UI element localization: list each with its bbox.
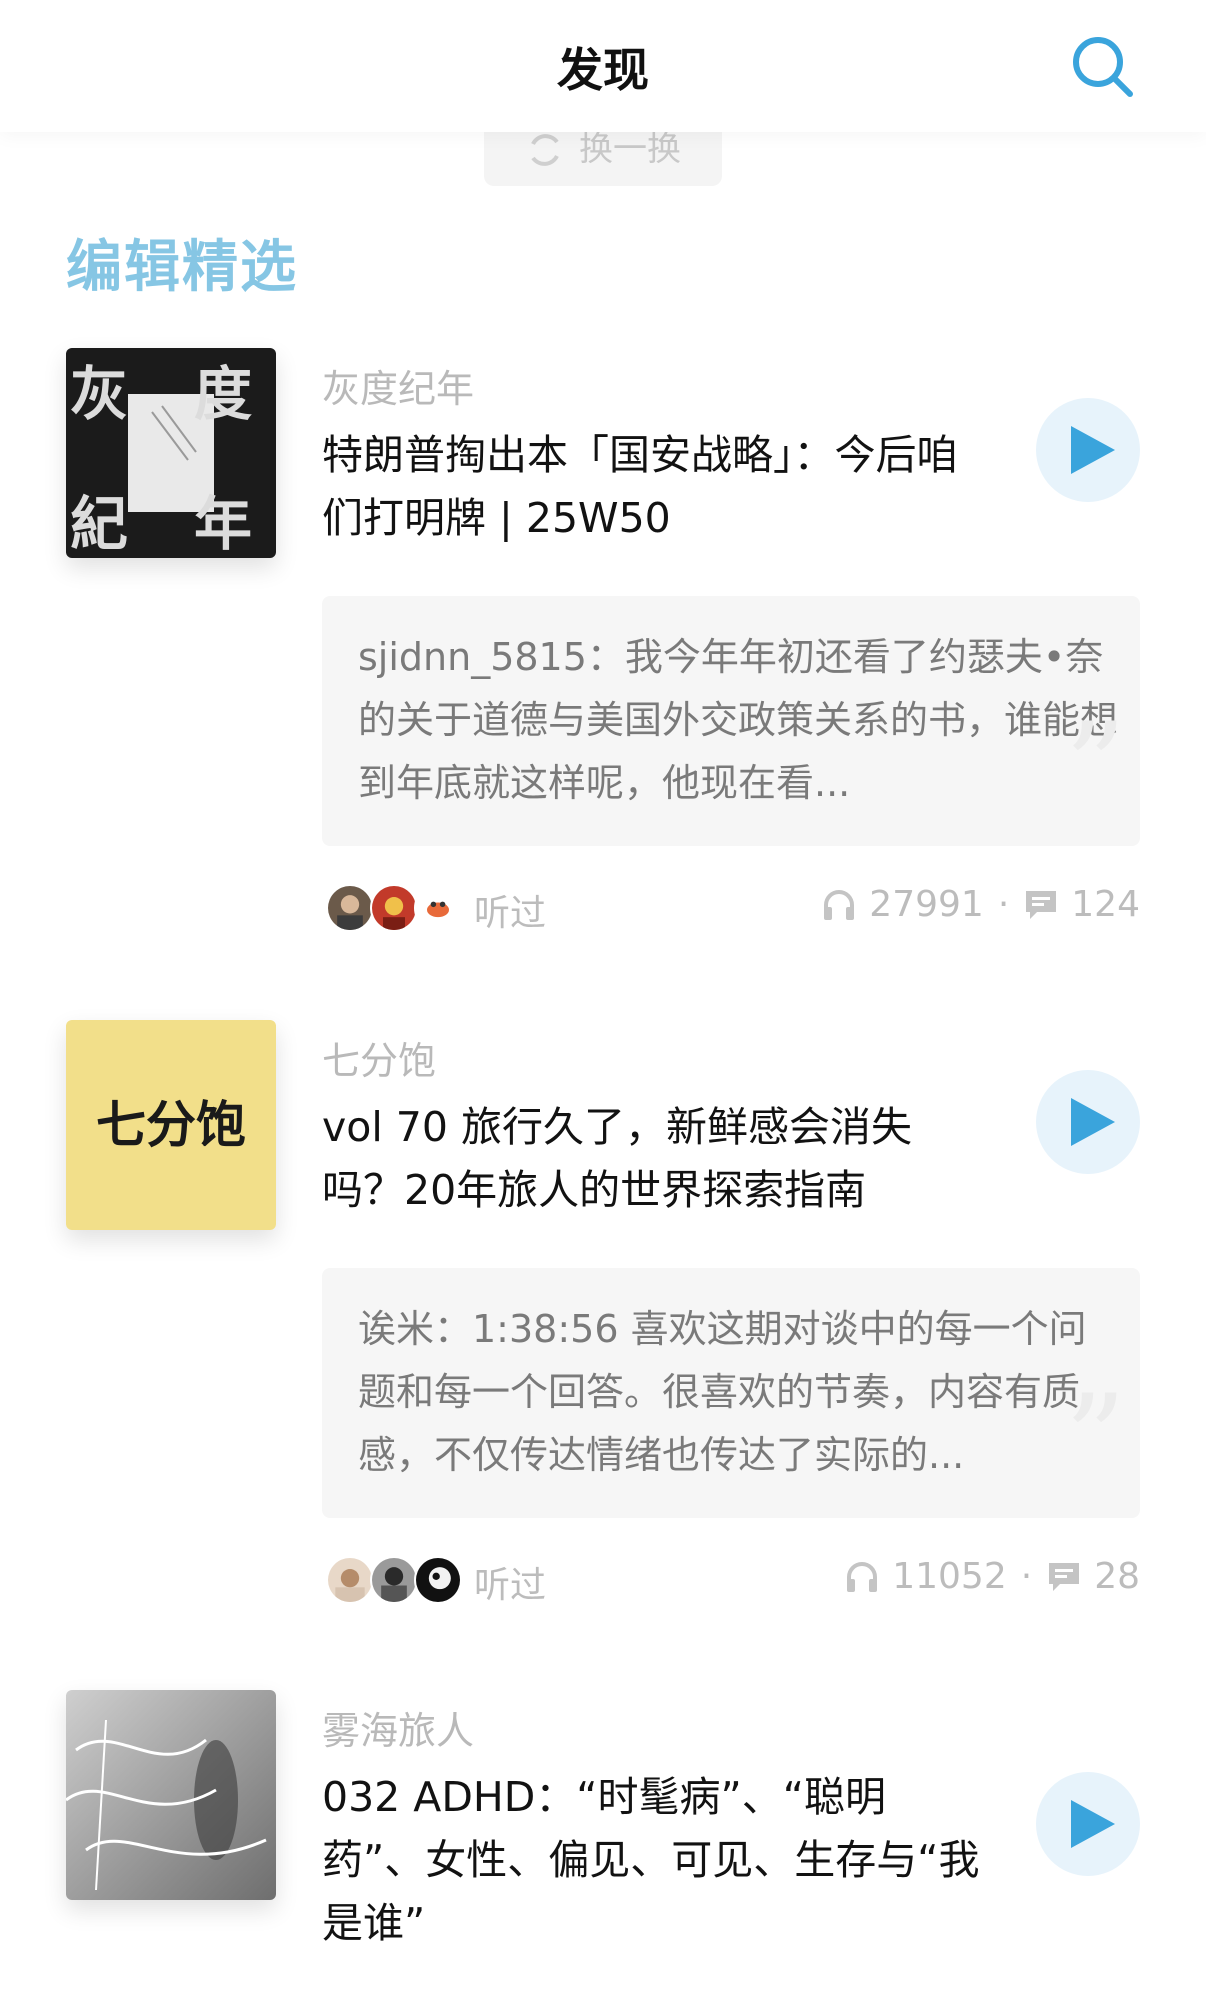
avatar — [326, 884, 374, 932]
quote-mark-icon: ” — [1064, 1370, 1126, 1509]
quote-mark-icon: ” — [1064, 698, 1126, 837]
avatar — [414, 884, 462, 932]
podcast-cover[interactable] — [66, 1690, 276, 1900]
listener-avatars[interactable] — [326, 884, 462, 932]
svg-text:度: 度 — [194, 360, 252, 428]
episode-meta: 听过 27991 · 124 — [322, 878, 1140, 938]
episode-title[interactable]: vol 70 旅行久了，新鲜感会消失吗？20年旅人的世界探索指南 — [322, 1096, 982, 1222]
episode-stats: 27991 · 124 — [821, 884, 1140, 925]
episode-stats: 11052 · 28 — [844, 1556, 1140, 1597]
svg-text:紀: 紀 — [70, 490, 128, 558]
play-button[interactable] — [1036, 398, 1140, 502]
avatar — [370, 1556, 418, 1604]
play-count: 27991 — [869, 884, 984, 925]
search-button[interactable] — [1068, 32, 1136, 100]
cover-text: 七分饱 — [96, 1096, 246, 1154]
separator-dot: · — [997, 884, 1010, 925]
svg-text:灰: 灰 — [70, 360, 128, 428]
episode-title[interactable]: 032 ADHD：“时髦病”、“聪明药”、女性、偏见、可见、生存与“我是谁” — [322, 1766, 982, 1955]
episode-card[interactable]: 七分饱 七分饱 vol 70 旅行久了，新鲜感会消失吗？20年旅人的世界探索指南… — [0, 1020, 1206, 1606]
play-icon — [1071, 1098, 1115, 1146]
separator-dot: · — [1020, 1556, 1033, 1597]
episode-meta: 听过 11052 · 28 — [322, 1550, 1140, 1610]
avatar — [326, 1556, 374, 1604]
comment-count: 124 — [1071, 884, 1140, 925]
play-count: 11052 — [892, 1556, 1007, 1597]
podcast-name[interactable]: 灰度纪年 — [322, 358, 474, 413]
play-button[interactable] — [1036, 1772, 1140, 1876]
episode-card[interactable]: 雾海旅人 032 ADHD：“时髦病”、“聪明药”、女性、偏见、可见、生存与“我… — [0, 1690, 1206, 1990]
comment-text: sjidnn_5815：我今年年初还看了约瑟夫•奈的关于道德与美国外交政策关系的… — [358, 635, 1118, 805]
svg-text:年: 年 — [194, 490, 252, 558]
play-icon — [1071, 426, 1115, 474]
featured-comment[interactable]: 诶米：1:38:56 喜欢这期对谈中的每一个问题和每一个回答。很喜欢的节奏，内容… — [322, 1268, 1140, 1518]
heard-label: 听过 — [474, 1565, 547, 1606]
headphones-icon — [847, 1561, 878, 1592]
headphones-icon — [824, 889, 855, 920]
podcast-name[interactable]: 七分饱 — [322, 1030, 436, 1085]
section-title-editor-picks: 编辑精选 — [66, 235, 298, 300]
comment-count: 28 — [1094, 1556, 1140, 1597]
podcast-name[interactable]: 雾海旅人 — [322, 1700, 474, 1755]
heard-label: 听过 — [474, 893, 547, 934]
featured-comment[interactable]: sjidnn_5815：我今年年初还看了约瑟夫•奈的关于道德与美国外交政策关系的… — [322, 596, 1140, 846]
top-nav-bar: 发现 — [0, 0, 1206, 132]
avatar — [414, 1556, 462, 1604]
search-icon — [1073, 37, 1133, 97]
avatar — [370, 884, 418, 932]
page-title: 发现 — [557, 43, 649, 97]
episode-title[interactable]: 特朗普掏出本「国安战略」：今后咱们打明牌 | 25W50 — [322, 424, 982, 550]
play-icon — [1071, 1800, 1115, 1848]
comment-icon — [1049, 1562, 1080, 1591]
podcast-cover[interactable]: 灰 度 紀 年 — [66, 348, 276, 558]
episode-card[interactable]: 灰 度 紀 年 灰度纪年 特朗普掏出本「国安战略」：今后咱们打明牌 | 25W5… — [0, 348, 1206, 934]
refresh-icon — [531, 134, 559, 166]
next-comment-peek — [0, 1986, 1206, 2011]
podcast-cover[interactable]: 七分饱 — [66, 1020, 276, 1230]
listener-avatars[interactable] — [326, 1556, 462, 1604]
comment-text: 诶米：1:38:56 喜欢这期对谈中的每一个问题和每一个回答。很喜欢的节奏，内容… — [358, 1307, 1087, 1477]
comment-icon — [1026, 890, 1057, 919]
play-button[interactable] — [1036, 1070, 1140, 1174]
